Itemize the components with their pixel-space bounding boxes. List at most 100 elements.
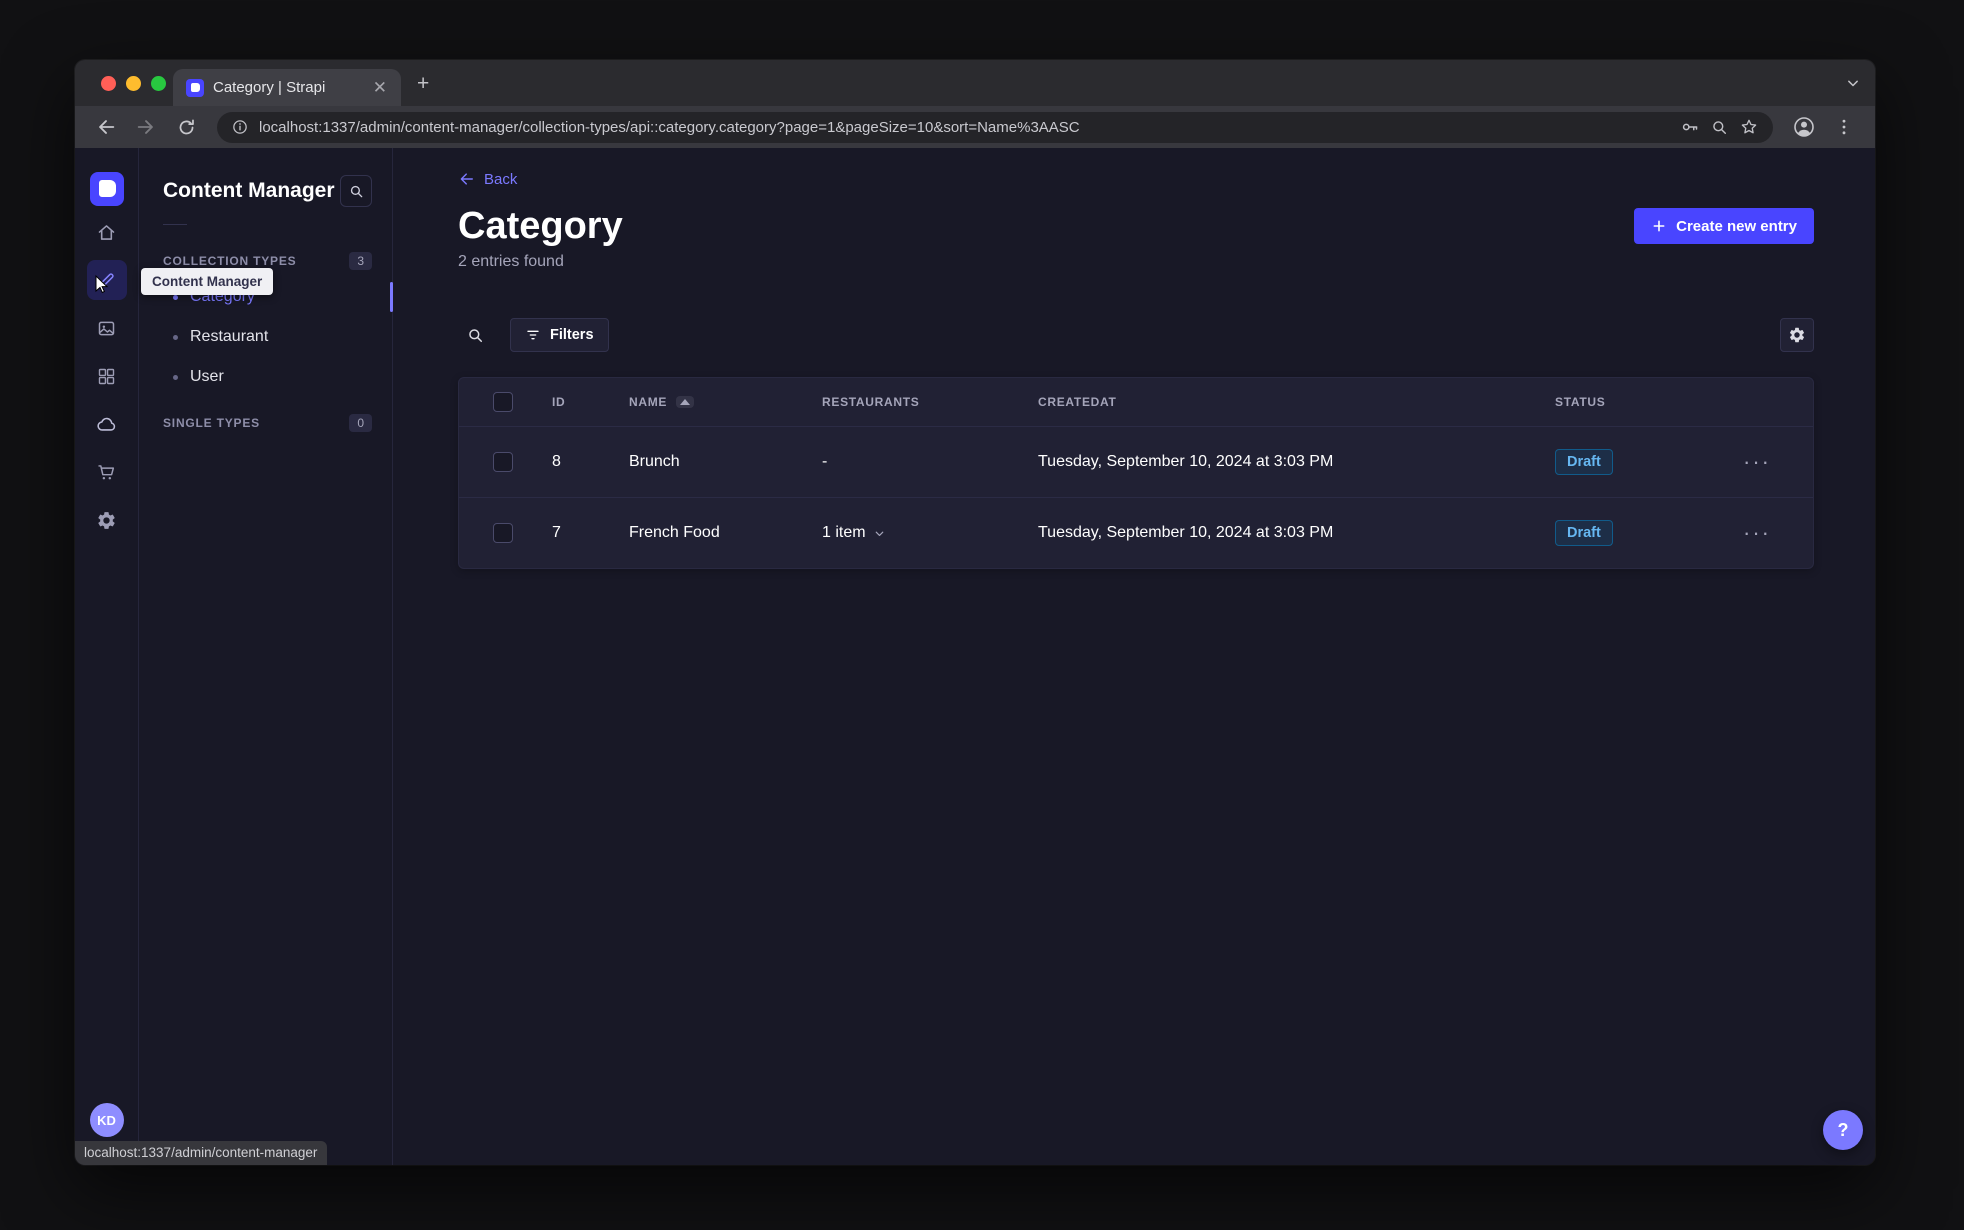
- column-header-restaurants: RESTAURANTS: [822, 395, 920, 409]
- table-header-row: ID NAME RESTAURANTS CREATEDAT STATUS: [459, 378, 1813, 426]
- url-text[interactable]: localhost:1337/admin/content-manager/col…: [259, 119, 1670, 136]
- gear-icon: [96, 510, 117, 531]
- sidebar-item-label: User: [190, 368, 224, 385]
- cell-id: 7: [552, 524, 561, 541]
- filters-label: Filters: [550, 327, 594, 343]
- sidebar-title: Content Manager: [163, 179, 335, 202]
- create-new-entry-button[interactable]: Create new entry: [1634, 208, 1814, 244]
- window-controls: [101, 76, 166, 91]
- bullet-icon: [173, 334, 178, 340]
- strapi-admin-app: KD Content Manager COLLECTION TYPES 3 Ca…: [75, 148, 1875, 1165]
- column-header-createdat: CREATEDAT: [1038, 395, 1117, 409]
- zoom-icon[interactable]: [1710, 118, 1729, 137]
- forward-icon[interactable]: [129, 112, 163, 142]
- view-settings-button[interactable]: [1780, 318, 1814, 352]
- sidebar-item-user[interactable]: User: [163, 357, 372, 397]
- home-icon: [96, 222, 117, 243]
- nav-settings-button[interactable]: [87, 500, 127, 540]
- column-header-id[interactable]: ID: [552, 395, 629, 409]
- cell-createdat: Tuesday, September 10, 2024 at 3:03 PM: [1038, 524, 1334, 541]
- shopping-cart-icon: [96, 462, 117, 483]
- nav-cloud-button[interactable]: [87, 404, 127, 444]
- site-info-icon[interactable]: [231, 118, 249, 136]
- search-icon: [466, 326, 485, 345]
- column-header-name[interactable]: NAME: [629, 395, 822, 409]
- sidebar-item-label: Restaurant: [190, 328, 269, 345]
- cell-createdat: Tuesday, September 10, 2024 at 3:03 PM: [1038, 453, 1334, 470]
- page-title: Category: [458, 205, 623, 247]
- cell-restaurants: 1 item: [822, 524, 866, 541]
- filter-icon: [525, 327, 541, 343]
- sidebar-divider: [163, 224, 187, 225]
- tab-search-chevron-icon[interactable]: [1843, 73, 1863, 93]
- profile-avatar-icon[interactable]: [1787, 112, 1821, 142]
- reload-icon[interactable]: [169, 112, 203, 142]
- browser-tab[interactable]: Category | Strapi ✕: [173, 69, 401, 106]
- password-key-icon[interactable]: [1680, 117, 1700, 137]
- gear-icon: [1788, 326, 1806, 344]
- fullscreen-window-button[interactable]: [151, 76, 166, 91]
- user-avatar[interactable]: KD: [89, 1103, 124, 1137]
- minimize-window-button[interactable]: [126, 76, 141, 91]
- mouse-cursor: [91, 274, 111, 294]
- sidebar-item-restaurant[interactable]: Restaurant: [163, 317, 372, 357]
- column-header-status: STATUS: [1555, 395, 1606, 409]
- table-search-button[interactable]: [458, 318, 492, 352]
- create-new-entry-label: Create new entry: [1676, 217, 1797, 235]
- entries-count: 2 entries found: [458, 253, 564, 270]
- browser-menu-icon[interactable]: [1827, 112, 1861, 142]
- strapi-favicon: [186, 78, 204, 97]
- tab-strip: Category | Strapi ✕ +: [75, 60, 1875, 106]
- table-row[interactable]: 8 Brunch - Tuesday, September 10, 2024 a…: [459, 426, 1813, 497]
- close-window-button[interactable]: [101, 76, 116, 91]
- cell-id: 8: [552, 453, 561, 470]
- nav-home-button[interactable]: [87, 212, 127, 252]
- nav-media-library-button[interactable]: [87, 308, 127, 348]
- content-manager-tooltip: Content Manager: [141, 268, 274, 295]
- filters-button[interactable]: Filters: [510, 318, 609, 352]
- status-badge: Draft: [1555, 520, 1613, 546]
- browser-toolbar: localhost:1337/admin/content-manager/col…: [75, 106, 1875, 148]
- link-preview-status: localhost:1337/admin/content-manager: [75, 1141, 328, 1165]
- nav-marketplace-button[interactable]: [87, 452, 127, 492]
- new-tab-button[interactable]: +: [417, 73, 429, 94]
- back-icon[interactable]: [89, 112, 123, 142]
- status-badge: Draft: [1555, 449, 1613, 475]
- chevron-down-icon: [873, 527, 886, 540]
- tab-title: Category | Strapi: [213, 79, 326, 96]
- sort-ascending-icon: [676, 396, 695, 408]
- content-manager-sidebar: Content Manager COLLECTION TYPES 3 Categ…: [139, 148, 393, 1165]
- bullet-icon: [173, 294, 178, 300]
- select-all-checkbox[interactable]: [493, 392, 513, 412]
- collection-types-count-badge: 3: [349, 252, 372, 270]
- strapi-logo[interactable]: [89, 172, 124, 206]
- back-link[interactable]: Back: [458, 169, 517, 189]
- bookmark-star-icon[interactable]: [1739, 117, 1759, 137]
- entries-table: ID NAME RESTAURANTS CREATEDAT STATUS 8 B…: [458, 377, 1814, 569]
- layout-grid-icon: [96, 366, 117, 387]
- table-row[interactable]: 7 French Food 1 item Tuesday, September …: [459, 497, 1813, 568]
- main-content: Back Category 2 entries found Create new…: [393, 148, 1875, 1165]
- restaurants-expander[interactable]: 1 item: [822, 524, 886, 542]
- close-tab-icon[interactable]: ✕: [369, 77, 391, 98]
- row-actions-button[interactable]: ···: [1743, 522, 1771, 544]
- search-icon: [348, 183, 365, 200]
- nav-content-type-builder-button[interactable]: [87, 356, 127, 396]
- single-types-count-badge: 0: [349, 414, 372, 432]
- bullet-icon: [173, 374, 178, 380]
- cell-restaurants: -: [822, 453, 828, 470]
- collection-types-label: COLLECTION TYPES: [163, 254, 297, 268]
- nav-rail: KD: [75, 148, 139, 1165]
- cloud-icon: [96, 413, 118, 435]
- row-checkbox[interactable]: [493, 452, 513, 472]
- plus-icon: [1651, 218, 1667, 234]
- row-actions-button[interactable]: ···: [1743, 451, 1771, 473]
- sidebar-search-button[interactable]: [340, 175, 372, 207]
- row-checkbox[interactable]: [493, 523, 513, 543]
- single-types-label: SINGLE TYPES: [163, 416, 260, 430]
- address-bar[interactable]: localhost:1337/admin/content-manager/col…: [217, 111, 1773, 143]
- collection-types-list: Category Restaurant User: [163, 277, 372, 397]
- arrow-left-icon: [458, 170, 476, 188]
- help-button[interactable]: ?: [1823, 1110, 1863, 1150]
- cell-name: French Food: [629, 524, 720, 541]
